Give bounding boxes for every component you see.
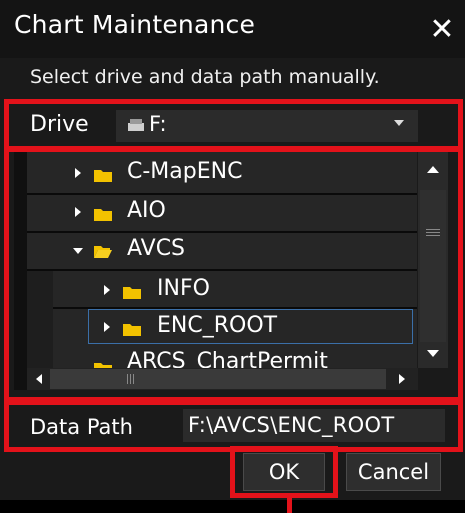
drive-icon	[128, 119, 144, 131]
tree-item-label: C-MapENC	[127, 159, 243, 184]
expand-arrow-icon[interactable]	[104, 285, 110, 295]
folder-icon	[94, 170, 112, 182]
dialog-title: Chart Maintenance	[14, 10, 256, 39]
instruction-text: Select drive and data path manually.	[30, 66, 380, 88]
horizontal-scroll-thumb[interactable]	[50, 369, 386, 389]
expand-arrow-icon[interactable]	[75, 168, 81, 178]
tree-item-label: INFO	[157, 276, 210, 301]
collapse-arrow-icon[interactable]	[73, 248, 83, 254]
grip-icon	[127, 374, 134, 384]
grip-icon	[426, 229, 440, 236]
tree-item-aio[interactable]	[27, 195, 417, 231]
scroll-down-arrow-icon[interactable]	[427, 350, 439, 357]
open-folder-icon	[94, 246, 112, 258]
scroll-left-arrow-icon[interactable]	[36, 374, 42, 384]
folder-icon	[94, 363, 112, 368]
cancel-button[interactable]: Cancel	[346, 453, 441, 491]
drive-label: Drive	[30, 112, 89, 137]
tree-item-avcs[interactable]	[27, 233, 417, 269]
tree-item-label: AIO	[127, 198, 166, 223]
close-icon[interactable]: ✕	[422, 8, 462, 50]
folder-icon	[94, 209, 112, 221]
callout-pointer	[287, 498, 292, 513]
drive-value: F:	[149, 112, 167, 136]
folder-icon	[123, 324, 141, 336]
dropdown-arrow-icon[interactable]	[394, 120, 404, 126]
tree-item-arcs-chartpermit[interactable]: ARCS_ChartPermit	[27, 346, 417, 368]
ok-button[interactable]: OK	[243, 453, 325, 491]
data-path-label: Data Path	[30, 415, 133, 439]
scroll-right-arrow-icon[interactable]	[399, 374, 405, 384]
tree-item-label: ARCS_ChartPermit	[127, 349, 328, 368]
expand-arrow-icon[interactable]	[104, 322, 110, 332]
tree-item-label: ENC_ROOT	[157, 313, 278, 338]
expand-arrow-icon[interactable]	[75, 207, 81, 217]
folder-icon	[123, 287, 141, 299]
data-path-value: F:\AVCS\ENC_ROOT	[188, 413, 395, 437]
scroll-up-arrow-icon[interactable]	[427, 166, 439, 173]
vertical-scroll-thumb[interactable]	[420, 190, 446, 342]
tree-item-label: AVCS	[127, 236, 186, 261]
